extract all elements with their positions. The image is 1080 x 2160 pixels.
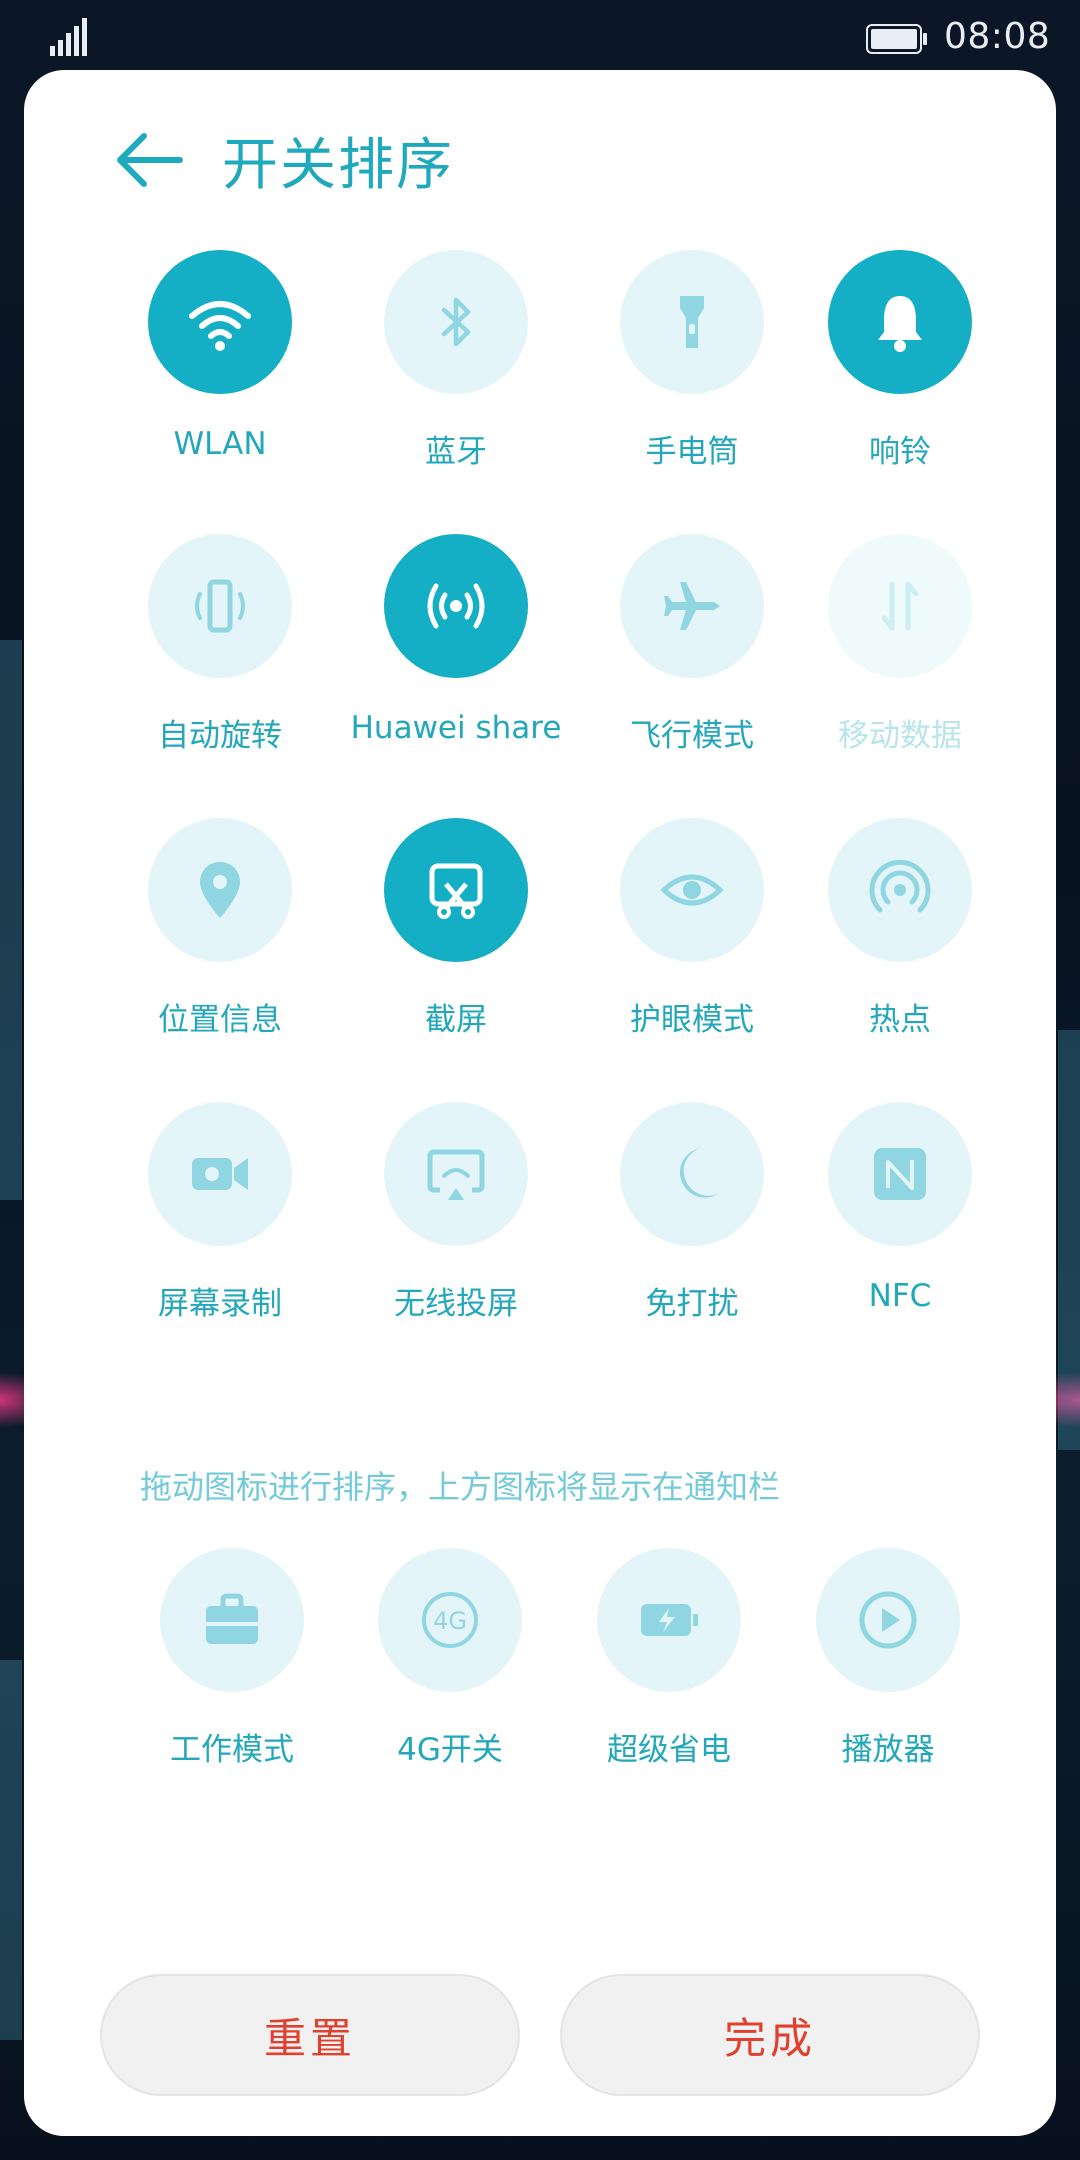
switch-label: 移动数据 xyxy=(838,718,962,754)
toggle-circle[interactable] xyxy=(384,534,528,678)
toggle-circle[interactable]: 4G xyxy=(378,1548,522,1692)
switch-wifi[interactable]: WLAN xyxy=(110,250,330,490)
switch-label: 截屏 xyxy=(425,1002,487,1038)
switch-label: NFC xyxy=(868,1278,932,1314)
switch-bell[interactable]: 响铃 xyxy=(790,250,1010,490)
switch-eye[interactable]: 护眼模式 xyxy=(582,818,802,1058)
inactive-switch-briefcase[interactable]: 工作模式 xyxy=(122,1548,342,1788)
switch-huawei-share[interactable]: Huawei share xyxy=(346,534,566,774)
done-button[interactable]: 完成 xyxy=(560,1974,980,2096)
switch-label: 无线投屏 xyxy=(394,1286,518,1322)
bluetooth-icon xyxy=(441,297,471,347)
wireless-projection-icon xyxy=(427,1149,485,1200)
toggle-circle[interactable] xyxy=(828,534,972,678)
status-bar: 08:08 xyxy=(0,0,1080,72)
switch-label: 响铃 xyxy=(869,434,931,470)
toggle-circle[interactable] xyxy=(384,250,528,394)
switch-label: 4G开关 xyxy=(397,1732,503,1768)
switch-label: 工作模式 xyxy=(170,1732,294,1768)
toggle-circle[interactable] xyxy=(384,1102,528,1246)
toggle-circle[interactable] xyxy=(828,1102,972,1246)
toggle-circle[interactable] xyxy=(620,250,764,394)
inactive-switch-play[interactable]: 播放器 xyxy=(778,1548,998,1788)
switch-screenshot[interactable]: 截屏 xyxy=(346,818,566,1058)
battery-icon xyxy=(866,24,927,54)
switch-auto-rotate[interactable]: 自动旋转 xyxy=(110,534,330,774)
toggle-circle[interactable] xyxy=(597,1548,741,1692)
drag-hint: 拖动图标进行排序，上方图标将显示在通知栏 xyxy=(140,1468,781,1506)
toggle-circle[interactable] xyxy=(816,1548,960,1692)
toggle-circle[interactable] xyxy=(384,818,528,962)
switch-location[interactable]: 位置信息 xyxy=(110,818,330,1058)
auto-rotate-icon xyxy=(195,579,245,633)
toggle-circle[interactable] xyxy=(148,250,292,394)
huawei-share-icon xyxy=(427,583,485,629)
screenshot-icon xyxy=(429,863,483,919)
switch-moon[interactable]: 免打扰 xyxy=(582,1102,802,1342)
switch-label: 位置信息 xyxy=(158,1002,282,1038)
toggle-circle[interactable] xyxy=(148,534,292,678)
play-icon xyxy=(859,1591,917,1649)
switch-sort-panel: 开关排序 WLAN 蓝牙 手电筒 响铃自动旋转 Huawei share 飞行模式 移动数据… xyxy=(24,70,1056,2136)
signal-icon xyxy=(50,18,87,56)
switch-hotspot[interactable]: 热点 xyxy=(790,818,1010,1058)
toggle-circle[interactable] xyxy=(620,534,764,678)
4g-icon: 4G xyxy=(422,1592,478,1648)
switch-label: 屏幕录制 xyxy=(158,1286,282,1322)
switch-mobile-data[interactable]: 移动数据 xyxy=(790,534,1010,774)
battery-saver-icon xyxy=(641,1604,698,1636)
toggle-circle[interactable] xyxy=(620,1102,764,1246)
switch-label: 自动旋转 xyxy=(158,718,282,754)
switch-label: Huawei share xyxy=(350,710,562,746)
switch-label: 蓝牙 xyxy=(425,434,487,470)
switch-label: 手电筒 xyxy=(645,434,739,470)
video-camera-icon xyxy=(192,1158,248,1190)
briefcase-icon xyxy=(206,1593,258,1644)
toggle-circle[interactable] xyxy=(828,818,972,962)
wifi-icon xyxy=(189,301,251,351)
clock: 08:08 xyxy=(944,16,1051,57)
header: 开关排序 xyxy=(24,70,1056,240)
switch-video-camera[interactable]: 屏幕录制 xyxy=(110,1102,330,1342)
inactive-switch-4g[interactable]: 4G 4G开关 xyxy=(340,1548,560,1788)
toggle-circle[interactable] xyxy=(148,818,292,962)
mobile-data-icon xyxy=(881,581,919,631)
inactive-switch-battery-saver[interactable]: 超级省电 xyxy=(559,1548,779,1788)
switch-label: 播放器 xyxy=(841,1732,935,1768)
toggle-circle[interactable] xyxy=(620,818,764,962)
switch-label: 热点 xyxy=(869,1002,931,1038)
switch-nfc[interactable]: NFC xyxy=(790,1102,1010,1342)
toggle-circle[interactable] xyxy=(148,1102,292,1246)
switch-flashlight[interactable]: 手电筒 xyxy=(582,250,802,490)
back-arrow-icon[interactable] xyxy=(114,132,184,188)
toggle-circle[interactable] xyxy=(160,1548,304,1692)
reset-button[interactable]: 重置 xyxy=(100,1974,520,2096)
page-title: 开关排序 xyxy=(222,133,454,198)
bell-icon xyxy=(878,296,922,352)
switch-bluetooth[interactable]: 蓝牙 xyxy=(346,250,566,490)
switch-wireless-projection[interactable]: 无线投屏 xyxy=(346,1102,566,1342)
switch-airplane[interactable]: 飞行模式 xyxy=(582,534,802,774)
moon-icon xyxy=(680,1148,718,1198)
switch-label: 超级省电 xyxy=(607,1732,731,1768)
switch-label: WLAN xyxy=(173,426,267,462)
flashlight-icon xyxy=(680,296,704,348)
airplane-icon xyxy=(664,582,720,630)
eye-icon xyxy=(660,874,724,906)
toggle-circle[interactable] xyxy=(828,250,972,394)
hotspot-icon xyxy=(869,859,931,913)
switch-label: 飞行模式 xyxy=(630,718,754,754)
location-icon xyxy=(200,862,240,918)
nfc-icon xyxy=(874,1148,926,1200)
svg-text:4G: 4G xyxy=(433,1607,467,1635)
switch-label: 免打扰 xyxy=(645,1286,739,1322)
switch-label: 护眼模式 xyxy=(630,1002,754,1038)
